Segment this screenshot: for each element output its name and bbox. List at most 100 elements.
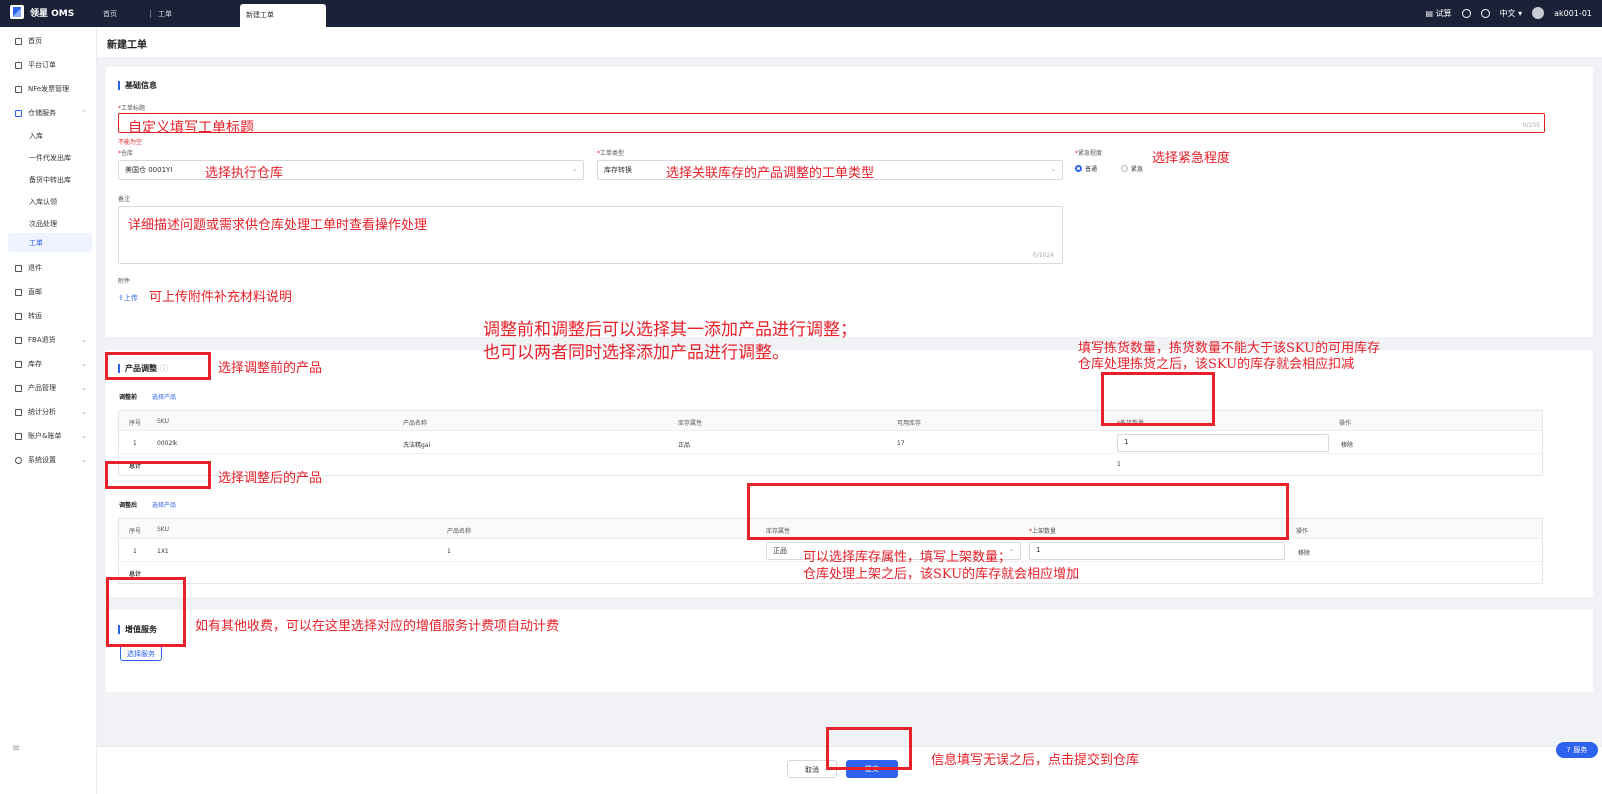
- warehouse-select[interactable]: 美国仓 0001YI ⌄: [118, 160, 584, 180]
- sidebar-item-fba-returns[interactable]: FBA退货 ⌄: [15, 335, 91, 345]
- help-label: 服务: [1573, 746, 1588, 754]
- sidebar-item-label: 首页: [28, 37, 42, 45]
- brand-name: 领星 OMS: [30, 8, 75, 19]
- user-name[interactable]: ak001-01: [1554, 9, 1592, 18]
- gear-icon: [15, 456, 22, 464]
- select-service-button[interactable]: 选择服务: [120, 645, 162, 661]
- cell-name: 洗洁精gai: [403, 442, 431, 449]
- language-select[interactable]: 中文 ▾: [1500, 8, 1523, 19]
- top-right-tools: ▤ 试算 中文 ▾ ak001-01: [1425, 7, 1592, 19]
- chart-icon: [15, 408, 22, 416]
- after-select-product-link[interactable]: 选择产品: [152, 500, 176, 509]
- sidebar-item-label: 转运: [28, 312, 42, 320]
- tab-new-workorder[interactable]: 新建工单: [240, 4, 326, 27]
- upload-button[interactable]: ⇪上传: [118, 293, 138, 303]
- tab-home[interactable]: 首页: [103, 9, 117, 19]
- sidebar-item-label: 退件: [28, 264, 42, 272]
- warehouse-value: 美国仓 0001YI: [125, 166, 173, 174]
- annotation-adjust-2: 也可以两者同时选择添加产品进行调整。: [483, 343, 789, 363]
- total-value: 1: [1117, 461, 1121, 468]
- table-row: 1 0002lk 洗洁精gai 正品 17 1 移除: [119, 432, 1542, 454]
- chevron-down-icon: ⌄: [81, 384, 87, 392]
- question-icon: ?: [1566, 746, 1571, 754]
- help-circle-icon[interactable]: [1480, 8, 1490, 18]
- sidebar-item-nfe[interactable]: NFe发票管理: [15, 84, 91, 94]
- chevron-up-icon: ⌃: [81, 109, 87, 117]
- cell-sku: 0002lk: [157, 440, 178, 447]
- cell-sku: 1X1: [157, 548, 169, 555]
- cell-name: 1: [447, 548, 451, 555]
- annotation-pick-2: 仓库处理拣货之后，该SKU的库存就会相应扣减: [1078, 357, 1355, 372]
- annotation-type: 选择关联库存的产品调整的工单类型: [666, 166, 875, 181]
- sidebar-sub-transfer-outbound[interactable]: 备货中转出库: [29, 175, 71, 185]
- urgency-label-text: 紧急程度: [1078, 150, 1103, 157]
- sidebar-item-label: 统计分析: [28, 408, 56, 416]
- sidebar-item-settings[interactable]: 系统设置 ⌄: [15, 455, 91, 465]
- sidebar-sub-inbound[interactable]: 入库: [29, 131, 43, 141]
- chevron-down-icon: ⌄: [81, 432, 87, 440]
- before-select-product-link[interactable]: 选择产品: [152, 392, 176, 401]
- chevron-down-icon: ⌄: [81, 456, 87, 464]
- annotation-box-shelf: [747, 483, 1289, 540]
- language-label: 中文: [1499, 8, 1516, 18]
- title-field[interactable]: 0/255: [118, 113, 1545, 133]
- avatar[interactable]: [1532, 7, 1545, 19]
- collapse-menu-icon[interactable]: ≡: [12, 743, 20, 754]
- urgency-normal-radio[interactable]: 普通: [1075, 164, 1097, 173]
- annotation-remark: 详细描述问题或需求供仓库处理工单时查看操作处理: [128, 218, 428, 233]
- sidebar-item-returns[interactable]: 退件: [15, 263, 91, 273]
- chevron-down-icon: ⌄: [81, 336, 87, 344]
- sidebar-item-label: FBA退货: [28, 336, 56, 344]
- sidebar-item-account-billing[interactable]: 账户&账单 ⌄: [15, 431, 91, 441]
- sidebar-sub-workorder[interactable]: 工单: [8, 233, 92, 252]
- return-icon: [15, 264, 22, 272]
- help-service-button[interactable]: ? 服务: [1556, 742, 1598, 758]
- page-header: 新建工单: [97, 27, 1602, 57]
- sidebar-item-home[interactable]: 首页: [15, 36, 91, 46]
- sidebar-item-statistics[interactable]: 统计分析 ⌄: [15, 407, 91, 417]
- trial-calc-button[interactable]: ▤ 试算: [1425, 8, 1451, 19]
- invoice-icon: [15, 85, 22, 93]
- sidebar-item-platform-orders[interactable]: 平台订单: [15, 60, 91, 70]
- sidebar-item-inventory[interactable]: 库存 ⌄: [15, 359, 91, 369]
- tab-workorder[interactable]: 工单: [158, 9, 172, 19]
- annotation-before: 选择调整前的产品: [218, 361, 323, 376]
- upload-label: 上传: [123, 294, 138, 302]
- urgency-urgent-radio[interactable]: 紧急: [1121, 164, 1143, 173]
- annotation-shelf-2: 仓库处理上架之后，该SKU的库存就会相应增加: [803, 567, 1080, 582]
- col-sku: SKU: [157, 418, 169, 425]
- annotation-box-submit: [826, 727, 912, 770]
- sidebar-item-warehouse-service[interactable]: 仓储服务 ⌃: [15, 108, 91, 118]
- title-label-text: 工单标题: [121, 105, 146, 112]
- sidebar-item-label: 账户&账单: [28, 432, 62, 440]
- table-header: 序号 SKU 产品名称 库存属性 可用库存 *拣货数量 操作: [119, 411, 1542, 431]
- stock-attr-value: 正品: [773, 547, 787, 555]
- truck-icon: [15, 312, 22, 320]
- mail-icon: [15, 288, 22, 296]
- annotation-adjust-1: 调整前和调整后可以选择其一添加产品进行调整；: [483, 320, 857, 340]
- remove-link[interactable]: 移除: [1298, 548, 1310, 557]
- sidebar-item-products[interactable]: 产品管理 ⌄: [15, 383, 91, 393]
- annotation-warehouse: 选择执行仓库: [205, 166, 284, 181]
- page-title: 新建工单: [107, 40, 147, 51]
- sidebar-item-transship[interactable]: 转运: [15, 311, 91, 321]
- brand-logo[interactable]: 领星 OMS: [10, 5, 74, 19]
- pick-qty-input[interactable]: 1: [1117, 434, 1329, 452]
- annotation-urgency: 选择紧急程度: [1152, 151, 1231, 166]
- account-icon: [15, 432, 22, 440]
- attach-label: 附件: [118, 278, 131, 285]
- shelf-qty-input[interactable]: 1: [1029, 542, 1285, 560]
- annotation-box-after: [105, 461, 211, 489]
- sidebar-item-direct-mail[interactable]: 直邮: [15, 287, 91, 297]
- remove-link[interactable]: 移除: [1341, 440, 1353, 449]
- home-icon: [15, 37, 22, 45]
- sidebar-sub-dropship-outbound[interactable]: 一件代发出库: [29, 153, 71, 163]
- warehouse-label: *仓库: [118, 150, 134, 157]
- main-content: 新建工单 基础信息 *工单标题 0/255 不能为空 *仓库 美国仓 0001Y…: [97, 27, 1602, 794]
- plus-circle-icon[interactable]: [1461, 8, 1471, 18]
- sidebar-sub-inbound-claim[interactable]: 入库认领: [29, 197, 57, 207]
- chevron-down-icon: ⌄: [81, 360, 87, 368]
- cell-no: 1: [133, 440, 137, 447]
- sidebar-sub-defect[interactable]: 次品处理: [29, 219, 57, 229]
- inventory-icon: [15, 360, 22, 368]
